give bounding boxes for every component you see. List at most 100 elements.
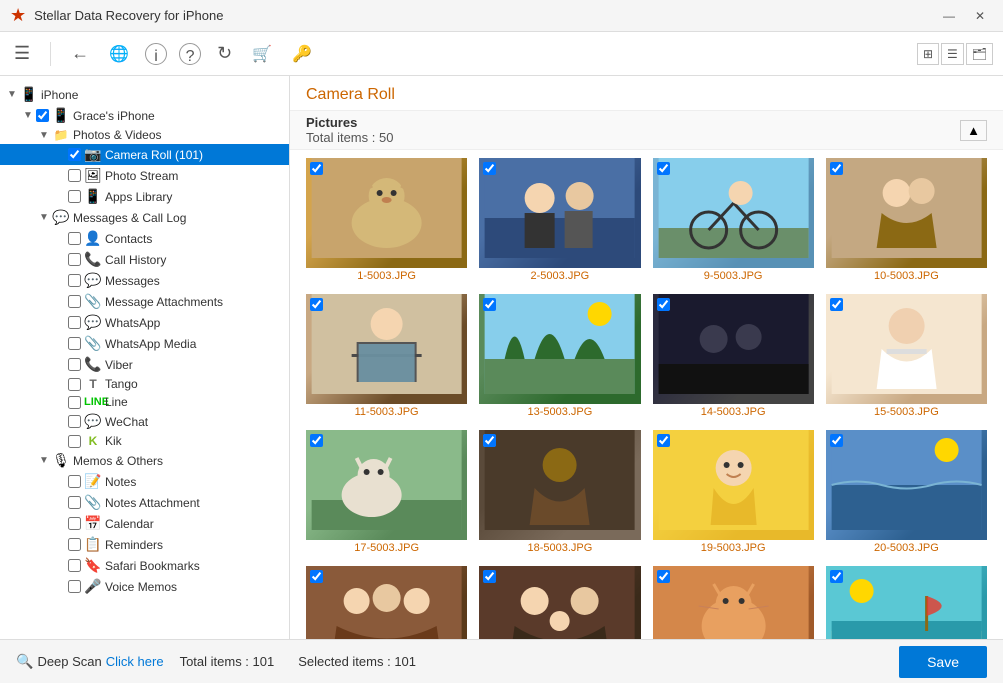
sidebar-item-memos-others[interactable]: ▼ 🎙 Memos & Others [0, 450, 289, 471]
hamburger-button[interactable]: ☰ [10, 39, 34, 68]
photo-checkbox[interactable] [657, 298, 670, 311]
call-history-checkbox[interactable] [68, 253, 81, 266]
apps-library-checkbox[interactable] [68, 190, 81, 203]
photo-checkbox[interactable] [657, 570, 670, 583]
sidebar-item-notes-attachment[interactable]: 📎 Notes Attachment [0, 492, 289, 513]
back-button[interactable]: ← [67, 39, 93, 68]
contacts-checkbox[interactable] [68, 232, 81, 245]
save-button[interactable]: Save [899, 646, 987, 678]
photo-item: 10-5003.JPG [826, 158, 987, 282]
close-button[interactable]: ✕ [967, 7, 993, 25]
key-button[interactable]: 🔑 [288, 40, 316, 68]
sidebar-item-label: Notes Attachment [105, 496, 200, 510]
photo-label: 17-5003.JPG [354, 542, 419, 554]
kik-checkbox[interactable] [68, 435, 81, 448]
sidebar-item-apps-library[interactable]: 📱 Apps Library [0, 186, 289, 207]
photo-checkbox[interactable] [310, 434, 323, 447]
scroll-up-area: ▲ [960, 120, 987, 141]
title-bar-controls: — ✕ [935, 7, 993, 25]
photo-checkbox[interactable] [657, 162, 670, 175]
minimize-button[interactable]: — [935, 7, 963, 25]
whatsapp-icon: 💬 [84, 314, 102, 331]
photo-item: 23-5003.JPG [653, 566, 814, 639]
sidebar-item-message-attachments[interactable]: 📎 Message Attachments [0, 291, 289, 312]
photo-checkbox[interactable] [483, 570, 496, 583]
sidebar-item-label: Voice Memos [105, 580, 177, 594]
calendar-checkbox[interactable] [68, 517, 81, 530]
sidebar-item-contacts[interactable]: 👤 Contacts [0, 228, 289, 249]
photo-stream-checkbox[interactable] [68, 169, 81, 182]
reminders-checkbox[interactable] [68, 538, 81, 551]
notes-attachment-checkbox[interactable] [68, 496, 81, 509]
messages-checkbox[interactable] [68, 274, 81, 287]
photo-checkbox[interactable] [830, 570, 843, 583]
sidebar-item-label: Reminders [105, 538, 163, 552]
photo-label: 1-5003.JPG [357, 270, 416, 282]
graces-iphone-checkbox[interactable] [36, 109, 49, 122]
photo-checkbox[interactable] [830, 298, 843, 311]
photo-checkbox[interactable] [657, 434, 670, 447]
sidebar-item-whatsapp[interactable]: 💬 WhatsApp [0, 312, 289, 333]
message-attachments-icon: 📎 [84, 293, 102, 310]
folder-view-button[interactable]: 🗂 [966, 43, 993, 65]
globe-button[interactable]: 🌐 [105, 40, 133, 68]
click-here-link[interactable]: Click here [106, 654, 164, 669]
photo-checkbox[interactable] [483, 298, 496, 311]
sidebar-item-messages[interactable]: 💬 Messages [0, 270, 289, 291]
sidebar-item-calendar[interactable]: 📅 Calendar [0, 513, 289, 534]
sidebar-item-reminders[interactable]: 📋 Reminders [0, 534, 289, 555]
photo-checkbox[interactable] [830, 434, 843, 447]
sidebar-item-photos-videos[interactable]: ▼ 📁 Photos & Videos [0, 126, 289, 144]
camera-roll-checkbox[interactable] [68, 148, 81, 161]
info-button[interactable]: i [145, 43, 167, 65]
notes-checkbox[interactable] [68, 475, 81, 488]
sidebar-item-iphone[interactable]: ▼ 📱 iPhone [0, 84, 289, 105]
tango-checkbox[interactable] [68, 378, 81, 391]
photo-checkbox[interactable] [310, 298, 323, 311]
whatsapp-media-checkbox[interactable] [68, 337, 81, 350]
sidebar-item-messages-call-log[interactable]: ▼ 💬 Messages & Call Log [0, 207, 289, 228]
grid-view-button[interactable]: ⊞ [917, 43, 939, 65]
main-content: ▼ 📱 iPhone ▼ 📱 Grace's iPhone ▼ 📁 Photos… [0, 76, 1003, 639]
whatsapp-checkbox[interactable] [68, 316, 81, 329]
sidebar-item-whatsapp-media[interactable]: 📎 WhatsApp Media [0, 333, 289, 354]
viber-checkbox[interactable] [68, 358, 81, 371]
photo-checkbox[interactable] [483, 162, 496, 175]
photo-checkbox[interactable] [310, 570, 323, 583]
voice-memos-checkbox[interactable] [68, 580, 81, 593]
sidebar-item-label: Call History [105, 253, 166, 267]
sidebar-item-safari-bookmarks[interactable]: 🔖 Safari Bookmarks [0, 555, 289, 576]
sidebar-item-camera-roll[interactable]: 📷 Camera Roll (101) [0, 144, 289, 165]
photo-checkbox[interactable] [830, 162, 843, 175]
message-attachments-checkbox[interactable] [68, 295, 81, 308]
toggle-icon: ▼ [36, 212, 52, 223]
wechat-checkbox[interactable] [68, 415, 81, 428]
sidebar-item-wechat[interactable]: 💬 WeChat [0, 411, 289, 432]
cart-button[interactable]: 🛒 [248, 40, 276, 68]
sidebar-item-tango[interactable]: T Tango [0, 375, 289, 393]
help-button[interactable]: ? [179, 43, 201, 65]
photo-wrapper [306, 158, 467, 268]
sidebar-item-notes[interactable]: 📝 Notes [0, 471, 289, 492]
sidebar-item-voice-memos[interactable]: 🎤 Voice Memos [0, 576, 289, 597]
list-view-button[interactable]: ☰ [941, 43, 964, 65]
refresh-button[interactable]: ↻ [213, 39, 236, 68]
photo-checkbox[interactable] [310, 162, 323, 175]
sidebar-item-line[interactable]: LINE Line [0, 393, 289, 411]
photo-wrapper [826, 294, 987, 404]
safari-bookmarks-checkbox[interactable] [68, 559, 81, 572]
sidebar-item-label: Apps Library [105, 190, 172, 204]
scroll-up-button[interactable]: ▲ [960, 120, 987, 141]
whatsapp-media-icon: 📎 [84, 335, 102, 352]
sidebar-item-viber[interactable]: 📞 Viber [0, 354, 289, 375]
photo-checkbox[interactable] [483, 434, 496, 447]
sidebar-item-photo-stream[interactable]: 🖼 Photo Stream [0, 165, 289, 186]
sidebar-item-graces-iphone[interactable]: ▼ 📱 Grace's iPhone [0, 105, 289, 126]
sidebar-item-label: Safari Bookmarks [105, 559, 200, 573]
sidebar-item-label: WhatsApp [105, 316, 160, 330]
line-checkbox[interactable] [68, 396, 81, 409]
sidebar-item-label: iPhone [41, 88, 78, 102]
sidebar-item-kik[interactable]: K Kik [0, 432, 289, 450]
sidebar-item-call-history[interactable]: 📞 Call History [0, 249, 289, 270]
photo-item: 18-5003.JPG [479, 430, 640, 554]
